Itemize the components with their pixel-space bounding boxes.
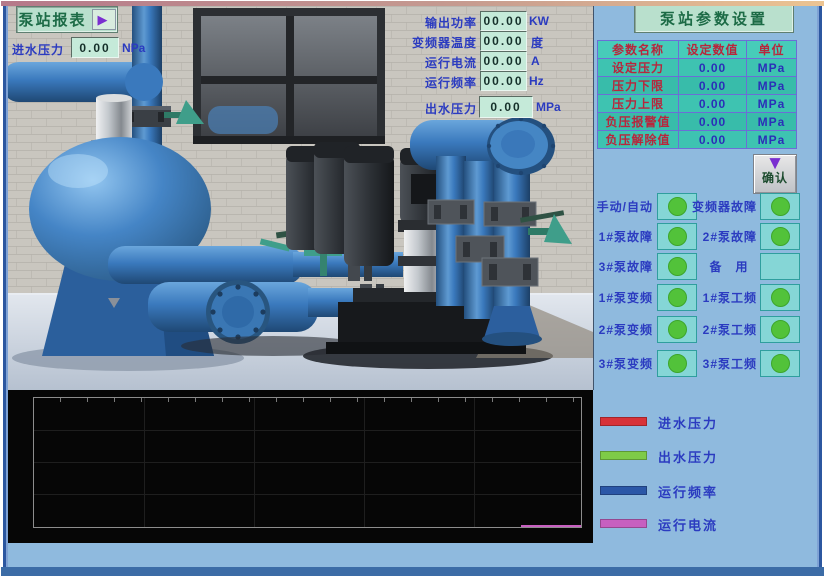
param-name: 负压报警值 [598,113,679,131]
table-row: 压力下限 0.00 MPa [598,77,797,95]
lamp-pump3-fault [657,253,697,280]
param-value-cell[interactable]: 0.00 [679,59,747,77]
indicator-label-manual-auto: 手动/自动 [585,198,653,215]
table-row: 负压解除值 0.00 MPa [598,131,797,149]
hmi-screen: 泵站报表 ▶ 进水压力 0.00 NPa 输出功率 00.00 KW 变频器温度… [0,0,825,577]
lamp-dot [771,354,790,373]
indicator-label-pump1-mains: 1#泵工频 [689,289,757,306]
parameter-table: 参数名称 设定数值 单位 设定压力 0.00 MPa 压力下限 0.00 MPa… [597,40,797,149]
play-icon: ▶ [92,9,116,30]
param-header-name: 参数名称 [598,41,679,59]
param-unit: MPa [747,95,797,113]
lamp-pump1-mains [760,284,800,311]
legend-label-frequency: 运行频率 [658,482,718,501]
lamp-dot [668,354,687,373]
param-value-cell[interactable]: 0.00 [679,131,747,149]
bottom-frame-border [1,567,824,577]
inlet-pressure-unit: NPa [122,41,145,55]
legend-label-outlet: 出水压力 [658,447,718,466]
indicator-label-pump1-vfd: 1#泵变频 [585,289,653,306]
lamp-pump2-mains [760,316,800,343]
report-button[interactable]: 泵站报表 ▶ [16,6,118,33]
confirm-button-label: 确认 [754,172,796,184]
metric-unit-run-frequency: Hz [529,74,544,88]
outlet-pressure-unit: MPa [536,100,561,114]
trend-chart-plot-area [33,397,582,528]
legend-label-inlet: 进水压力 [658,413,718,432]
right-frame-border [817,6,824,576]
report-button-label: 泵站报表 [18,9,86,30]
lamp-vfd-fault [760,193,800,220]
table-row: 负压报警值 0.00 MPa [598,113,797,131]
legend-label-current: 运行电流 [658,515,718,534]
metric-unit-run-current: A [531,54,540,68]
metric-label-run-current: 运行电流 [353,54,477,71]
lamp-dot [771,197,790,216]
legend-swatch-inlet [600,417,647,426]
lamp-dot [668,320,687,339]
inlet-pressure-label: 进水压力 [12,41,64,58]
indicator-label-pump3-mains: 3#泵工频 [689,355,757,372]
metric-label-run-frequency: 运行频率 [353,74,477,91]
down-triangle-icon: ▼ [754,157,796,171]
param-header-unit: 单位 [747,41,797,59]
param-value-cell[interactable]: 0.00 [679,77,747,95]
left-frame-border [1,6,8,576]
indicator-label-pump2-vfd: 2#泵变频 [585,321,653,338]
table-row: 压力上限 0.00 MPa [598,95,797,113]
indicator-label-pump2-fault: 2#泵故障 [689,228,757,245]
top-accent-strip [1,1,824,6]
table-row: 设定压力 0.00 MPa [598,59,797,77]
param-name: 压力下限 [598,77,679,95]
param-unit: MPa [747,77,797,95]
param-unit: MPa [747,131,797,149]
indicator-label-vfd-fault: 变频器故障 [689,198,757,215]
lamp-dot [771,320,790,339]
param-unit: MPa [747,59,797,77]
metric-value-inverter-temp: 00.00 [480,31,527,51]
indicator-label-pump3-fault: 3#泵故障 [585,258,653,275]
confirm-button[interactable]: ▼ 确认 [753,154,797,194]
metric-value-run-current: 00.00 [480,51,527,71]
lamp-dot [668,227,687,246]
metric-value-run-frequency: 00.00 [480,71,527,91]
param-name: 负压解除值 [598,131,679,149]
lamp-dot [668,257,687,276]
trend-chart [8,390,593,543]
lamp-dot [771,288,790,307]
indicator-label-spare: 备 用 [700,258,758,275]
settings-panel-title: 泵站参数设置 [634,4,794,33]
lamp-dot [668,288,687,307]
legend-swatch-frequency [600,486,647,495]
axis-ticks [34,398,581,402]
param-unit: MPa [747,113,797,131]
param-name: 设定压力 [598,59,679,77]
front-flange [206,280,270,344]
current-trace-line [521,525,581,527]
metric-unit-inverter-temp: 度 [531,34,543,51]
lamp-dot [771,227,790,246]
metric-label-output-power: 输出功率 [353,14,477,31]
inlet-pressure-value[interactable]: 0.00 [71,37,119,58]
param-name: 压力上限 [598,95,679,113]
metric-value-output-power: 00.00 [480,11,527,31]
indicator-label-pump2-mains: 2#泵工频 [689,321,757,338]
lamp-dot [668,197,687,216]
param-value-cell[interactable]: 0.00 [679,113,747,131]
lamp-pump2-fault [760,223,800,250]
metric-label-inverter-temp: 变频器温度 [353,34,477,51]
indicator-label-pump3-vfd: 3#泵变频 [585,355,653,372]
legend-swatch-outlet [600,451,647,460]
indicator-label-pump1-fault: 1#泵故障 [585,228,653,245]
outlet-pressure-value: 0.00 [479,96,533,118]
header-flange-cap [487,117,555,175]
metric-unit-output-power: KW [529,14,549,28]
param-header-value: 设定数值 [679,41,747,59]
lamp-spare [760,253,800,280]
outlet-pressure-label: 出水压力 [353,100,477,117]
legend-swatch-current [600,519,647,528]
lamp-pump3-mains [760,350,800,377]
param-value-cell[interactable]: 0.00 [679,95,747,113]
